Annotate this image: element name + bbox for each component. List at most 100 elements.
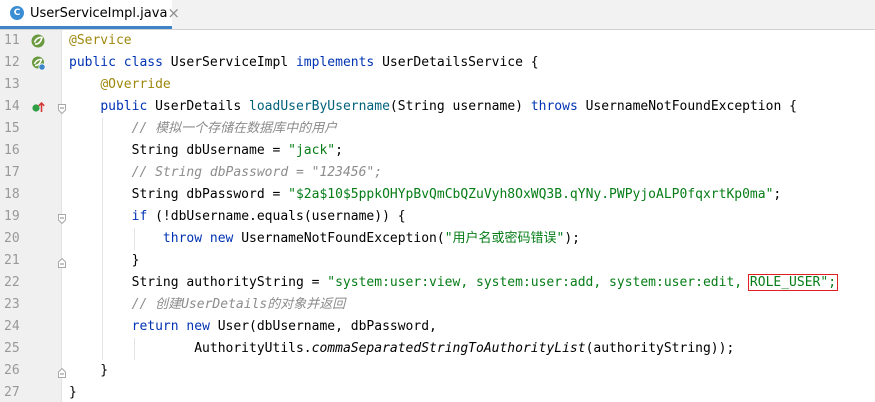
line-number: 14 [4,99,20,114]
code-token: // 创建UserDetails的对象并返回 [131,297,346,312]
editor-tab-bar: C UserServiceImpl.java × [0,0,875,30]
line-number: 15 [4,121,20,136]
code-line[interactable]: 24 return new User(dbUsername, dbPasswor… [0,316,875,338]
line-number: 12 [4,55,20,70]
tab-userserviceimpl[interactable]: C UserServiceImpl.java × [0,0,180,29]
code-text: throw new UsernameNotFoundException("用户名… [69,228,580,250]
code-token: public [100,99,156,114]
line-number: 20 [4,231,20,246]
code-token: @Service [69,33,132,48]
code-text: String dbUsername = "jack"; [69,140,343,162]
override-method-icon[interactable] [30,99,46,115]
line-number: 27 [4,385,20,400]
tab-filename: UserServiceImpl.java [30,5,168,21]
code-token: String authorityString = [69,275,328,290]
code-token: (!dbUsername.equals(username)) { [155,209,406,224]
line-number: 23 [4,297,20,312]
code-token: String dbPassword = [69,187,289,202]
code-line[interactable]: 23 // 创建UserDetails的对象并返回 [0,294,875,316]
code-token: ; [773,187,782,202]
line-number: 11 [4,33,20,48]
line-number: 19 [4,209,20,224]
code-text: // String dbPassword = "123456"; [69,162,382,184]
code-editor[interactable]: 11 @Service 12 public class UserServiceImpl… [0,30,875,402]
code-text: } [69,360,108,382]
code-line[interactable]: 14 public UserDetails loadUserByUsername… [0,96,875,118]
code-text: return new User(dbUsername, dbPassword, [69,316,437,338]
code-line[interactable]: 15 // 模拟一个存储在数据库中的用户 [0,118,875,140]
code-token: UsernameNotFoundException { [585,99,797,114]
spring-bean-implements-icon[interactable] [30,55,46,71]
code-text: } [69,250,140,272]
code-token: throws [530,99,586,114]
ide-window: C UserServiceImpl.java × 11 @Service 12 pub… [0,0,875,402]
code-text: // 模拟一个存储在数据库中的用户 [69,118,337,140]
java-class-icon: C [10,6,24,20]
spring-bean-icon[interactable] [30,33,46,49]
code-token: // 模拟一个存储在数据库中的用户 [131,121,338,136]
code-text: // 创建UserDetails的对象并返回 [69,294,346,316]
code-line[interactable]: 18 String dbPassword = "$2a$10$5ppkOHYpB… [0,184,875,206]
code-line[interactable]: 25 AuthorityUtils.commaSeparatedStringTo… [0,338,875,360]
code-text: } [69,382,77,402]
code-text: AuthorityUtils.commaSeparatedStringToAut… [69,338,734,360]
code-token: @Override [100,77,171,92]
code-token: public class [69,55,171,70]
code-token: implements [295,55,383,70]
code-token: (authorityString)); [585,341,735,356]
code-token: AuthorityUtils. [69,341,312,356]
code-line[interactable]: 19 if (!dbUsername.equals(username)) { [0,206,875,228]
code-token: UserDetails [155,99,250,114]
fold-end-icon[interactable] [58,365,66,378]
code-token: "$2a$10$5ppkOHYpBvQmCbQZuVyh8OxWQ3B.qYNy… [288,187,774,202]
code-line[interactable]: 27} [0,382,875,402]
code-line[interactable]: 22 String authorityString = "system:user… [0,272,875,294]
code-text: @Service [69,30,132,52]
code-token: throw new [162,231,242,246]
fold-expand-icon[interactable] [58,101,66,115]
code-token: ); [564,231,581,246]
line-number: 24 [4,319,20,334]
code-line[interactable]: 17 // String dbPassword = "123456"; [0,162,875,184]
code-token: UsernameNotFoundException( [241,231,445,246]
line-number: 22 [4,275,20,290]
code-line[interactable]: 13 @Override [0,74,875,96]
code-line[interactable]: 12 public class UserServiceImpl implement… [0,52,875,74]
code-text: if (!dbUsername.equals(username)) { [69,206,406,228]
code-token: UserDetailsService { [382,55,539,70]
code-text: String dbPassword = "$2a$10$5ppkOHYpBvQm… [69,184,782,206]
code-token: String dbUsername = [69,143,289,158]
code-token: ; [335,143,343,158]
code-line[interactable]: 11 @Service [0,30,875,52]
code-token: User(dbUsername, dbPassword, [217,319,437,334]
code-text: String authorityString = "system:user:vi… [69,272,839,294]
close-icon[interactable]: × [167,5,180,21]
line-number: 21 [4,253,20,268]
code-line[interactable]: 26 } [0,360,875,382]
code-token: } [69,385,77,400]
code-line[interactable]: 20 throw new UsernameNotFoundException("… [0,228,875,250]
code-token: } [69,363,109,378]
code-token: "system:user:view, system:user:add, syst… [327,275,750,290]
highlighted-role-user: ROLE_USER"; [747,274,839,291]
fold-expand-icon[interactable] [58,211,66,225]
line-number: 13 [4,77,20,92]
code-token: // String dbPassword = "123456"; [131,165,383,180]
code-line[interactable]: 16 String dbUsername = "jack"; [0,140,875,162]
fold-end-icon[interactable] [58,255,66,268]
code-line[interactable]: 21 } [0,250,875,272]
code-text: public UserDetails loadUserByUsername(St… [69,96,797,118]
line-number: 18 [4,187,20,202]
code-text: @Override [69,74,171,96]
code-token: loadUserByUsername [249,99,390,114]
line-number: 17 [4,165,20,180]
line-number: 26 [4,363,20,378]
